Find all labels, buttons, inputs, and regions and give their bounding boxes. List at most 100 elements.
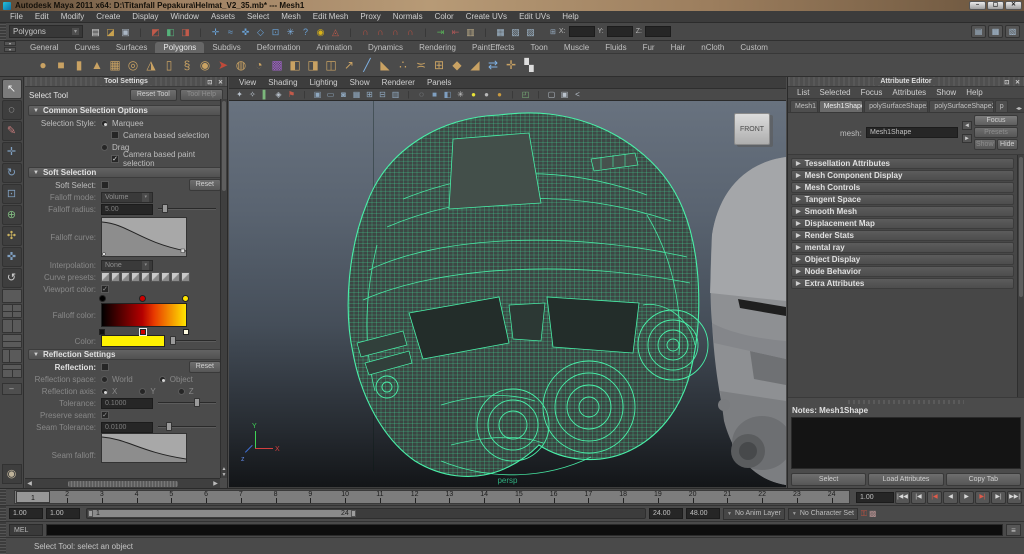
- shelf-icon[interactable]: ╱: [358, 56, 376, 74]
- status-icon[interactable]: ✛: [208, 25, 223, 39]
- falloff-radius-field[interactable]: 5.00: [101, 204, 153, 215]
- viewport-toolbar-icon[interactable]: ◧: [441, 89, 454, 100]
- viewport-menu-item[interactable]: Show: [344, 78, 376, 87]
- animation-start-field[interactable]: 1.00: [9, 508, 43, 519]
- tolerance-slider[interactable]: [158, 402, 216, 404]
- attribute-section-header[interactable]: ▶ Extra Attributes: [791, 278, 1014, 289]
- menu-item[interactable]: Select: [241, 12, 275, 21]
- reflection-axis-z-radio[interactable]: [178, 388, 185, 395]
- shelf-tab[interactable]: Fur: [635, 42, 663, 53]
- menu-item[interactable]: Create: [90, 12, 126, 21]
- ramp-key-handle[interactable]: [140, 329, 146, 335]
- animation-end-field[interactable]: 48.00: [686, 508, 720, 519]
- z-coordinate-field[interactable]: [645, 26, 671, 37]
- show-button[interactable]: Show: [974, 139, 996, 150]
- viewport-menu-item[interactable]: Shading: [262, 78, 303, 87]
- shelf-icon[interactable]: ▦: [106, 56, 124, 74]
- status-icon[interactable]: ▨: [523, 25, 538, 39]
- frame-tick[interactable]: 20: [675, 491, 710, 503]
- notes-textarea[interactable]: [791, 417, 1021, 469]
- status-icon[interactable]: |: [478, 25, 493, 39]
- shelf-tab[interactable]: Custom: [732, 42, 776, 53]
- shelf-menu-buttons[interactable]: ▾▾: [4, 41, 16, 52]
- viewport-menu-item[interactable]: Panels: [421, 78, 457, 87]
- attribute-editor-tab[interactable]: Mesh1Shape: [819, 100, 864, 112]
- range-end-handle[interactable]: [351, 510, 356, 517]
- shelf-icon[interactable]: ◎: [124, 56, 142, 74]
- status-icon[interactable]: ∩: [388, 25, 403, 39]
- attribute-section-header[interactable]: ▶ Object Display: [791, 254, 1014, 265]
- shelf-icon[interactable]: ◆: [448, 56, 466, 74]
- layout-single-pane-button[interactable]: [2, 289, 22, 303]
- frame-tick[interactable]: 16: [536, 491, 571, 503]
- attribute-editor-scrollbar[interactable]: [1017, 155, 1024, 397]
- reflection-axis-x-radio[interactable]: [101, 388, 108, 395]
- command-language-label[interactable]: MEL: [9, 524, 43, 536]
- shelf-icon[interactable]: ◨: [304, 56, 322, 74]
- viewport-toolbar-icon[interactable]: |: [506, 89, 519, 100]
- toolbox-tool[interactable]: ✣: [2, 226, 22, 246]
- falloff-mode-dropdown[interactable]: Volume ▾: [101, 192, 153, 203]
- attribute-editor-tab[interactable]: polySurfaceShape20: [864, 100, 928, 112]
- toolbox-tool[interactable]: ⊡: [2, 184, 22, 204]
- frame-tick[interactable]: 3: [85, 491, 120, 503]
- attribute-section-header[interactable]: ▶ Node Behavior: [791, 266, 1014, 277]
- node-name-field[interactable]: Mesh1Shape: [866, 127, 958, 138]
- hide-button[interactable]: Hide: [997, 139, 1019, 150]
- status-icon[interactable]: ⊡: [268, 25, 283, 39]
- shelf-tab[interactable]: Rendering: [411, 42, 464, 53]
- curve-preset-button[interactable]: [151, 272, 160, 282]
- frame-tick[interactable]: 22: [745, 491, 780, 503]
- playback-button[interactable]: ◀: [943, 491, 958, 504]
- curve-preset-button[interactable]: [111, 272, 120, 282]
- current-time-field[interactable]: 1.00: [856, 492, 894, 503]
- marquee-radio[interactable]: [101, 120, 108, 127]
- drag-radio[interactable]: [101, 144, 108, 151]
- falloff-color-ramp[interactable]: [101, 303, 187, 327]
- current-frame-indicator[interactable]: 1: [16, 491, 50, 503]
- attribute-section-header[interactable]: ▶ Render Stats: [791, 230, 1014, 241]
- shelf-tab[interactable]: nCloth: [693, 42, 732, 53]
- shelf-icon[interactable]: ▮: [70, 56, 88, 74]
- viewport-toolbar-icon[interactable]: ▣: [558, 89, 571, 100]
- viewport-menu-item[interactable]: Renderer: [376, 78, 421, 87]
- frame-tick[interactable]: 21: [710, 491, 745, 503]
- viewport-menu-item[interactable]: View: [233, 78, 262, 87]
- seam-falloff-graph[interactable]: [101, 433, 187, 463]
- status-icon[interactable]: ▦: [493, 25, 508, 39]
- shelf-icon[interactable]: ⇄: [484, 56, 502, 74]
- playback-button[interactable]: ▶|: [975, 491, 990, 504]
- viewport-toolbar-icon[interactable]: ▥: [389, 89, 402, 100]
- frame-tick[interactable]: 12: [397, 491, 432, 503]
- viewport-toolbar-icon[interactable]: ✳: [454, 89, 467, 100]
- status-icon[interactable]: ⇥: [433, 25, 448, 39]
- toolbox-tool[interactable]: ⊕: [2, 205, 22, 225]
- reflection-axis-y-radio[interactable]: [139, 388, 146, 395]
- x-coordinate-field[interactable]: [569, 26, 595, 37]
- attribute-editor-menu-item[interactable]: Selected: [814, 88, 855, 97]
- status-icon[interactable]: ▤: [88, 25, 103, 39]
- toolbox-tool[interactable]: ✛: [2, 142, 22, 162]
- curve-preset-button[interactable]: [161, 272, 170, 282]
- frame-tick[interactable]: 4: [119, 491, 154, 503]
- sidebar-toggle-icon[interactable]: ▧: [1005, 25, 1020, 38]
- reset-tool-button[interactable]: Reset Tool: [130, 89, 177, 101]
- viewport-menu-item[interactable]: Lighting: [304, 78, 344, 87]
- tool-help-button[interactable]: Tool Help: [180, 89, 223, 101]
- curve-preset-button[interactable]: [171, 272, 180, 282]
- attribute-editor-menu-item[interactable]: Help: [961, 88, 987, 97]
- shelf-tab[interactable]: General: [22, 42, 66, 53]
- shelf-tab[interactable]: PaintEffects: [464, 42, 523, 53]
- shelf-tab[interactable]: Toon: [523, 42, 556, 53]
- shelf-icon[interactable]: ◉: [196, 56, 214, 74]
- frame-tick[interactable]: 19: [641, 491, 676, 503]
- shelf-icon[interactable]: ⊞: [430, 56, 448, 74]
- next-node-icon[interactable]: ►: [962, 134, 972, 143]
- attribute-editor-tab[interactable]: Mesh1: [790, 100, 818, 112]
- panel-window-icons[interactable]: ⊡ ✕: [1004, 78, 1022, 88]
- status-icon[interactable]: |: [343, 25, 358, 39]
- shelf-icon[interactable]: ✛: [502, 56, 520, 74]
- script-editor-icon[interactable]: ≡: [1006, 524, 1021, 536]
- shelf-icon[interactable]: ▲: [88, 56, 106, 74]
- status-icon[interactable]: ◩: [148, 25, 163, 39]
